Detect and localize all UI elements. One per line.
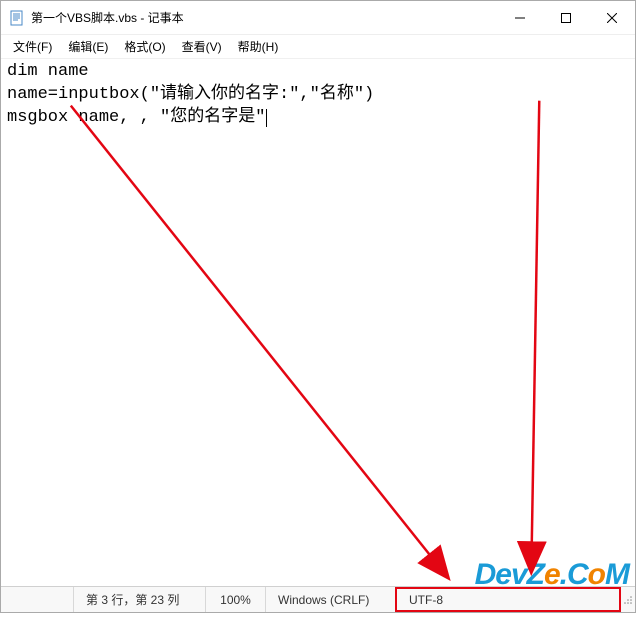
menu-edit[interactable]: 编辑(E) xyxy=(60,36,116,57)
status-position: 第 3 行，第 23 列 xyxy=(73,587,205,612)
statusbar: 第 3 行，第 23 列 100% Windows (CRLF) UTF-8 xyxy=(1,586,635,612)
titlebar: 第一个VBS脚本.vbs - 记事本 xyxy=(1,1,635,35)
menu-format[interactable]: 格式(O) xyxy=(116,36,173,57)
maximize-button[interactable] xyxy=(543,1,589,34)
notepad-icon xyxy=(9,10,25,26)
text-cursor xyxy=(266,109,267,127)
close-button[interactable] xyxy=(589,1,635,34)
status-line-ending: Windows (CRLF) xyxy=(265,587,395,612)
status-encoding: UTF-8 xyxy=(395,587,621,612)
text-editor[interactable]: dim name name=inputbox("请输入你的名字:","名称") … xyxy=(1,59,635,586)
menubar: 文件(F) 编辑(E) 格式(O) 查看(V) 帮助(H) xyxy=(1,35,635,59)
status-zoom: 100% xyxy=(205,587,265,612)
menu-view[interactable]: 查看(V) xyxy=(174,36,230,57)
menu-file[interactable]: 文件(F) xyxy=(5,36,60,57)
editor-content: dim name name=inputbox("请输入你的名字:","名称") … xyxy=(7,62,374,127)
resize-grip-icon[interactable] xyxy=(621,593,635,607)
window-title: 第一个VBS脚本.vbs - 记事本 xyxy=(31,9,497,26)
minimize-button[interactable] xyxy=(497,1,543,34)
menu-help[interactable]: 帮助(H) xyxy=(230,36,287,57)
window-controls xyxy=(497,1,635,34)
notepad-window: 第一个VBS脚本.vbs - 记事本 文件(F) 编辑(E) 格式(O) 查看(… xyxy=(0,0,636,613)
